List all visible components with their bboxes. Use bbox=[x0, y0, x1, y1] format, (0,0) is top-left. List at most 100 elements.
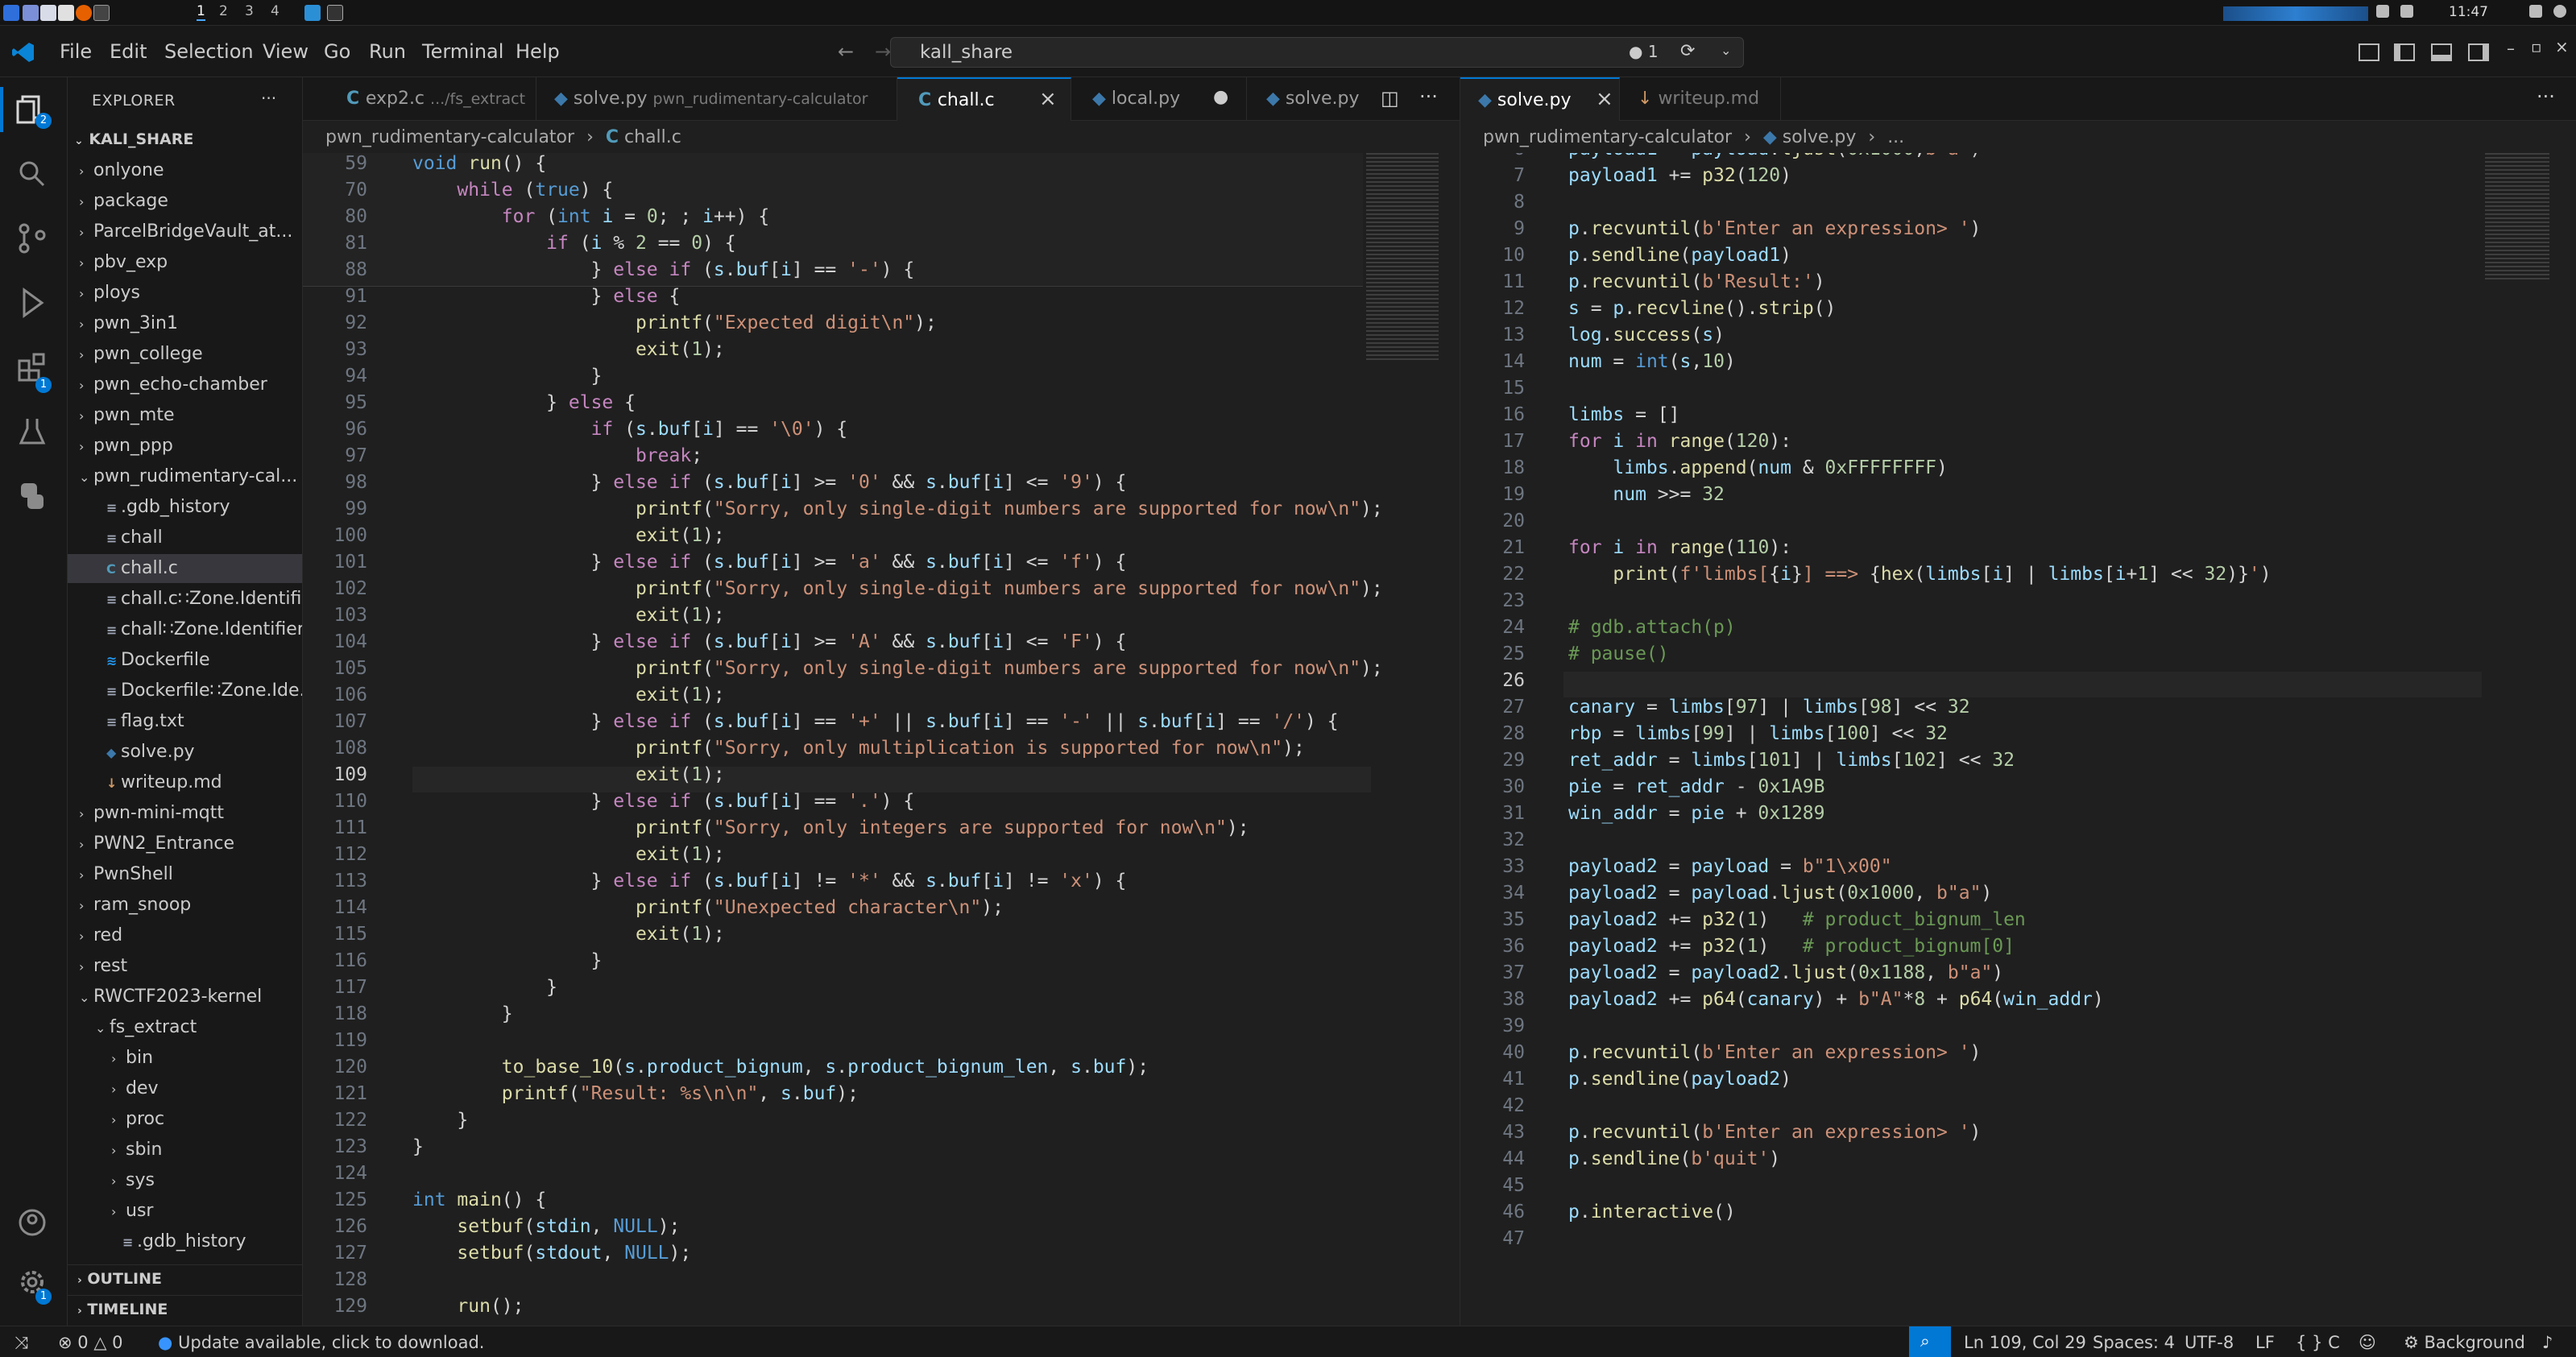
tree-item[interactable]: › onlyone bbox=[68, 156, 302, 185]
menu-help[interactable]: Help bbox=[516, 40, 560, 63]
menu-selection[interactable]: Selection bbox=[164, 40, 254, 63]
menu-edit[interactable]: Edit bbox=[110, 40, 147, 63]
minimize-icon[interactable]: – bbox=[2507, 39, 2515, 58]
menu-go[interactable]: Go bbox=[324, 40, 350, 63]
chevron-down-icon[interactable]: ⌄ bbox=[1721, 43, 1731, 58]
breadcrumb-more[interactable]: ... bbox=[1887, 127, 1904, 147]
indentation[interactable]: Spaces: 4 bbox=[2093, 1333, 2175, 1352]
menu-view[interactable]: View bbox=[263, 40, 309, 63]
tree-item[interactable]: › bin bbox=[68, 1044, 302, 1073]
tree-item[interactable]: › PwnShell bbox=[68, 860, 302, 889]
tree-item[interactable]: ↓ writeup.md bbox=[68, 768, 302, 797]
volume-icon[interactable] bbox=[2400, 5, 2413, 18]
tree-item[interactable]: › ploys bbox=[68, 279, 302, 308]
minimap[interactable] bbox=[1366, 153, 1439, 362]
split-editor-icon[interactable]: ◫ bbox=[1381, 87, 1399, 110]
tree-item[interactable]: › pwn_mte bbox=[68, 401, 302, 430]
language-mode[interactable]: { } C bbox=[2296, 1333, 2340, 1352]
maximize-icon[interactable]: ▫ bbox=[2531, 37, 2542, 56]
menu-file[interactable]: File bbox=[60, 40, 92, 63]
encoding[interactable]: UTF-8 bbox=[2185, 1333, 2234, 1352]
timeline-section[interactable]: › TIMELINE bbox=[68, 1295, 302, 1324]
breadcrumb-file[interactable]: solve.py bbox=[1783, 127, 1857, 147]
breadcrumb-file[interactable]: chall.c bbox=[624, 127, 681, 147]
tab-local-py[interactable]: ◆ local.py ● bbox=[1071, 77, 1247, 121]
tree-item[interactable]: › ram_snoop bbox=[68, 891, 302, 920]
tree-item[interactable]: › proc bbox=[68, 1105, 302, 1134]
tree-item[interactable]: ⌄ fs_extract bbox=[68, 1013, 302, 1042]
line-ending[interactable]: LF bbox=[2255, 1333, 2275, 1352]
tab-exp2-c[interactable]: C exp2.c .../fs_extract bbox=[303, 77, 536, 121]
tab-writeup-md[interactable]: ↓ writeup.md bbox=[1620, 77, 1781, 121]
breadcrumb-folder[interactable]: pwn_rudimentary-calculator bbox=[1483, 127, 1732, 147]
tree-item[interactable]: ≡ flag.txt bbox=[68, 707, 302, 736]
tree-item[interactable]: › pwn_3in1 bbox=[68, 309, 302, 338]
tree-item[interactable]: › red bbox=[68, 921, 302, 950]
close-tab-icon[interactable]: × bbox=[1596, 87, 1613, 111]
menu-run[interactable]: Run bbox=[369, 40, 406, 63]
power-icon[interactable] bbox=[2553, 5, 2566, 18]
tree-item[interactable]: › dev bbox=[68, 1074, 302, 1103]
tree-item[interactable]: › pwn_echo-chamber bbox=[68, 370, 302, 399]
tree-item[interactable]: ◆ solve.py bbox=[68, 738, 302, 767]
left-code-editor[interactable]: 59 70 80 81 88 91 92 93 94 95 96 97 98 99 100 101 102 103… bbox=[303, 153, 1460, 1326]
tree-item[interactable]: › pwn-mini-mqtt bbox=[68, 799, 302, 828]
accounts-icon[interactable] bbox=[14, 1205, 50, 1240]
more-actions-icon[interactable]: ··· bbox=[261, 89, 276, 108]
show-desktop-icon[interactable] bbox=[23, 5, 39, 21]
outline-section[interactable]: › OUTLINE bbox=[68, 1264, 302, 1293]
customize-layout-icon[interactable] bbox=[2359, 43, 2379, 61]
tree-item[interactable]: › pwn_ppp bbox=[68, 432, 302, 461]
tree-item[interactable]: ≋ Dockerfile bbox=[68, 646, 302, 675]
breadcrumb-folder[interactable]: pwn_rudimentary-calculator bbox=[325, 127, 574, 147]
clock[interactable]: 11:47 bbox=[2449, 4, 2488, 20]
testing-icon[interactable] bbox=[14, 414, 50, 449]
tree-item[interactable]: ≡ .gdb_history bbox=[68, 493, 302, 522]
editor-more-icon[interactable]: ··· bbox=[2537, 85, 2555, 108]
tree-item[interactable]: ⌄ pwn_rudimentary-cal... bbox=[68, 462, 302, 491]
tree-item[interactable]: ≡ chall bbox=[68, 523, 302, 552]
workspace-4[interactable]: 4 bbox=[271, 3, 280, 19]
menu-terminal[interactable]: Terminal bbox=[422, 40, 503, 63]
forward-arrow-icon[interactable]: → bbox=[875, 40, 891, 63]
update-notice[interactable]: ● Update available, click to download. bbox=[158, 1333, 484, 1352]
copilot-icon[interactable]: ⟳ bbox=[1680, 41, 1695, 61]
tree-item[interactable]: › pbv_exp bbox=[68, 248, 302, 277]
zoom-icon[interactable]: ⌕ bbox=[1909, 1326, 1951, 1357]
tree-item[interactable]: ⌄ RWCTF2023-kernel bbox=[68, 983, 302, 1012]
explorer-root[interactable]: ⌄ KALI_SHARE bbox=[68, 126, 302, 155]
unsaved-dot-icon[interactable]: ● bbox=[1213, 87, 1228, 107]
tab-solve-py-1[interactable]: ◆ solve.py pwn_rudimentary-calculator bbox=[536, 77, 897, 121]
toggle-secondary-sidebar-icon[interactable] bbox=[2468, 43, 2489, 61]
toggle-sidebar-icon[interactable] bbox=[2394, 43, 2415, 61]
workspace-2[interactable]: 2 bbox=[219, 3, 228, 19]
tree-item[interactable]: › sys bbox=[68, 1166, 302, 1195]
copilot-status-icon[interactable]: ☺ bbox=[2359, 1333, 2376, 1352]
tree-item[interactable]: › package bbox=[68, 187, 302, 216]
background-task[interactable]: ⚙ Background bbox=[2404, 1333, 2525, 1352]
right-code-editor[interactable]: 6 7 8 9 10 11 12 13 14 15 16 17 18 19 20 21 22 23 24 25 26 27… bbox=[1460, 153, 2576, 1326]
tab-solve-py-right[interactable]: ◆ solve.py × bbox=[1460, 77, 1620, 121]
tree-item[interactable]: › pwn_college bbox=[68, 340, 302, 369]
notifications-icon[interactable]: ♪ bbox=[2542, 1333, 2553, 1352]
run-debug-icon[interactable] bbox=[14, 285, 50, 321]
remote-icon[interactable]: ⤨ bbox=[14, 1333, 28, 1353]
tree-item[interactable]: ≡ .gdb_history bbox=[68, 1227, 302, 1256]
terminal-icon[interactable] bbox=[93, 5, 110, 21]
minimap[interactable] bbox=[2485, 153, 2549, 282]
editor-more-icon[interactable]: ··· bbox=[1419, 85, 1438, 108]
file-manager-icon[interactable] bbox=[40, 5, 56, 21]
workspace-3[interactable]: 3 bbox=[245, 3, 254, 19]
firefox-icon[interactable] bbox=[76, 5, 92, 21]
tree-item[interactable]: ≡ chall.c∷Zone.Identifier bbox=[68, 585, 302, 614]
python-icon[interactable] bbox=[14, 478, 50, 514]
terminal-task-icon[interactable] bbox=[327, 5, 343, 21]
toggle-panel-icon[interactable] bbox=[2431, 43, 2452, 61]
kali-menu-icon[interactable] bbox=[3, 5, 19, 21]
vscode-task-icon[interactable] bbox=[304, 5, 321, 21]
source-control-icon[interactable] bbox=[14, 221, 50, 256]
tree-item[interactable]: › usr bbox=[68, 1197, 302, 1226]
search-icon[interactable] bbox=[14, 156, 50, 192]
problems-indicator[interactable]: ⊗ 0 △ 0 bbox=[58, 1333, 123, 1352]
close-window-icon[interactable]: × bbox=[2555, 37, 2569, 56]
